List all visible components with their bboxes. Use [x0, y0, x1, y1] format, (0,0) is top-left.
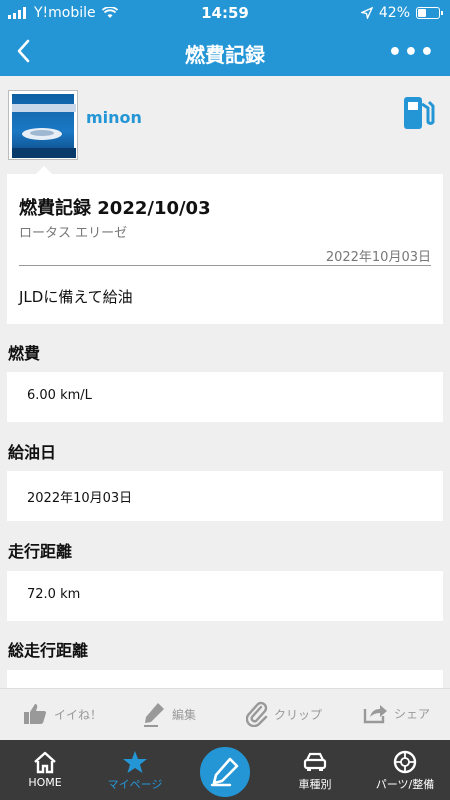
fuel-pump-icon — [404, 97, 435, 129]
profile-header: minon — [0, 76, 450, 172]
fuel-economy-value: 6.00 km/L — [27, 388, 92, 403]
battery-icon — [416, 7, 443, 19]
avatar[interactable] — [8, 90, 78, 160]
distance-value: 72.0 km — [27, 587, 81, 602]
refuel-date-label: 給油日 — [8, 443, 57, 462]
car-photo-icon — [12, 104, 76, 158]
tab-home-label: HOME — [28, 776, 62, 789]
username[interactable]: minon — [86, 108, 142, 127]
clip-button[interactable]: クリップ — [246, 701, 322, 727]
nav-bar: 燃費記録 ••• — [0, 28, 450, 76]
location-arrow-icon — [360, 7, 373, 19]
divider — [19, 265, 431, 266]
star-icon — [123, 751, 147, 773]
tab-mypage-label: マイページ — [107, 778, 163, 791]
like-button[interactable]: イイね！ — [22, 701, 102, 727]
distance-label: 走行距離 — [8, 542, 73, 561]
page-title: 燃費記録 — [185, 43, 265, 67]
share-button[interactable]: シェア — [362, 701, 430, 725]
tab-cars[interactable]: 車種別 — [270, 740, 360, 800]
tire-icon — [393, 750, 417, 774]
edit-label: 編集 — [172, 707, 197, 722]
status-right: 42% — [360, 5, 443, 21]
record-comment: JLDに備えて給油 — [19, 288, 133, 306]
record-card: 燃費記録 2022/10/03 ロータス エリーゼ 2022年10月03日 JL… — [7, 174, 443, 324]
tab-parts[interactable]: パーツ/整備 — [360, 740, 450, 800]
share-icon — [363, 705, 387, 724]
record-car-name[interactable]: ロータス エリーゼ — [19, 222, 127, 241]
refuel-date-box: 2022年10月03日 — [7, 471, 443, 521]
distance-box: 72.0 km — [7, 571, 443, 621]
refuel-date-value: 2022年10月03日 — [27, 491, 133, 506]
more-options-icon[interactable]: ••• — [388, 40, 436, 65]
battery-fill — [418, 9, 426, 17]
pen-icon — [210, 757, 239, 787]
status-bar: Y!mobile 14:59 42% — [0, 0, 450, 28]
card-pointer — [36, 166, 52, 174]
total-distance-box — [7, 670, 443, 688]
like-label: イイね！ — [54, 707, 103, 722]
fuel-economy-label: 燃費 — [8, 344, 41, 363]
home-icon — [34, 751, 56, 774]
battery-percent: 42% — [378, 5, 410, 21]
record-title: 燃費記録 2022/10/03 — [19, 198, 211, 219]
car-icon — [303, 752, 327, 771]
share-label: シェア — [394, 706, 431, 721]
paperclip-icon — [246, 701, 268, 727]
tab-home[interactable]: HOME — [0, 740, 90, 800]
tab-parts-label: パーツ/整備 — [375, 778, 435, 791]
avatar-image — [12, 94, 76, 158]
tab-cars-label: 車種別 — [298, 778, 332, 791]
pen-icon — [144, 703, 164, 727]
action-bar: イイね！ 編集 クリップ シェア — [0, 688, 450, 740]
total-distance-label: 総走行距離 — [8, 641, 89, 660]
record-date: 2022年10月03日 — [325, 250, 431, 265]
edit-button[interactable]: 編集 — [142, 701, 196, 727]
post-button[interactable] — [197, 744, 253, 800]
thumbs-up-icon — [24, 704, 46, 724]
fuel-economy-box: 6.00 km/L — [7, 372, 443, 422]
tab-mypage[interactable]: マイページ — [90, 740, 180, 800]
clip-label: クリップ — [274, 707, 323, 722]
